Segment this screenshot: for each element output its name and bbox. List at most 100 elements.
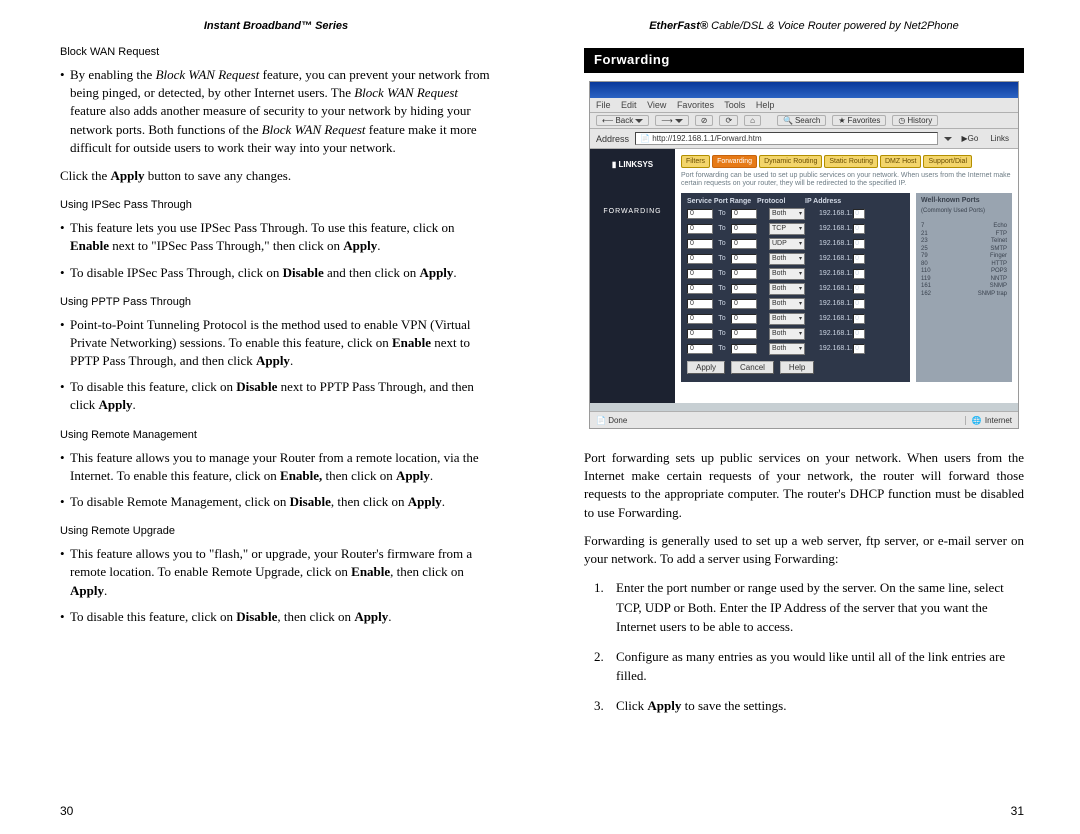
ip-last-octet-input[interactable]: 0	[853, 299, 865, 309]
port-from-input[interactable]: 0	[687, 239, 713, 249]
menu-tools[interactable]: Tools	[724, 100, 745, 110]
port-to-input[interactable]: 0	[731, 239, 757, 249]
port-from-input[interactable]: 0	[687, 254, 713, 264]
ip-last-octet-input[interactable]: 0	[853, 329, 865, 339]
favorites-button[interactable]: ★Favorites	[832, 115, 886, 126]
stop-button[interactable]: ⊘	[695, 115, 714, 126]
go-button[interactable]: ▶Go	[958, 134, 981, 143]
browser-menu-bar: File Edit View Favorites Tools Help	[590, 98, 1018, 113]
browser-status-bar: 📄 Done 🌐 Internet	[590, 411, 1018, 428]
history-button[interactable]: ◷History	[892, 115, 938, 126]
section-title-bar: Forwarding	[584, 48, 1024, 73]
ip-last-octet-input[interactable]: 0	[853, 209, 865, 219]
ip-last-octet-input[interactable]: 0	[853, 344, 865, 354]
port-from-input[interactable]: 0	[687, 209, 713, 219]
home-button[interactable]: ⌂	[744, 115, 761, 126]
port-to-input[interactable]: 0	[731, 269, 757, 279]
tab-filters[interactable]: Filters	[681, 155, 710, 168]
port-from-input[interactable]: 0	[687, 344, 713, 354]
menu-help[interactable]: Help	[756, 100, 775, 110]
ip-address-cell: 192.168.1.0	[819, 239, 865, 249]
port-to-input[interactable]: 0	[731, 344, 757, 354]
ip-address-cell: 192.168.1.0	[819, 344, 865, 354]
globe-icon: 🌐	[972, 416, 982, 425]
browser-toolbar: ⟵Back ⟶ ⊘ ⟳ ⌂ 🔍Search ★Favorites ◷Histor…	[590, 113, 1018, 129]
port-to-input[interactable]: 0	[731, 329, 757, 339]
port-from-input[interactable]: 0	[687, 224, 713, 234]
port-from-input[interactable]: 0	[687, 329, 713, 339]
protocol-select[interactable]: Both	[769, 253, 805, 265]
forward-button[interactable]: ⟶	[655, 115, 688, 126]
protocol-select[interactable]: Both	[769, 328, 805, 340]
tab-forwarding[interactable]: Forwarding	[712, 155, 757, 168]
tab-dynamic-routing[interactable]: Dynamic Routing	[759, 155, 822, 168]
to-label: To	[717, 300, 727, 307]
search-button[interactable]: 🔍Search	[777, 115, 826, 126]
port-from-input[interactable]: 0	[687, 284, 713, 294]
refresh-icon: ⟳	[725, 116, 732, 125]
menu-file[interactable]: File	[596, 100, 611, 110]
port-to-input[interactable]: 0	[731, 224, 757, 234]
col-protocol: Protocol	[757, 198, 805, 205]
port-to-input[interactable]: 0	[731, 209, 757, 219]
ip-last-octet-input[interactable]: 0	[853, 254, 865, 264]
port-entry: 119NNTP	[921, 276, 1007, 284]
menu-favorites[interactable]: Favorites	[677, 100, 714, 110]
port-to-input[interactable]: 0	[731, 314, 757, 324]
step-number: 3.	[594, 696, 616, 716]
step-number: 1.	[594, 578, 616, 637]
ip-last-octet-input[interactable]: 0	[853, 284, 865, 294]
step-2: 2. Configure as many entries as you woul…	[594, 647, 1024, 686]
protocol-select[interactable]: Both	[769, 283, 805, 295]
port-entry: 162SNMP trap	[921, 291, 1007, 299]
router-tabs: Filters Forwarding Dynamic Routing Stati…	[681, 155, 1012, 168]
apply-button[interactable]: Apply	[687, 361, 725, 374]
star-icon: ★	[838, 116, 845, 125]
protocol-select[interactable]: Both	[769, 298, 805, 310]
remote-mgmt-bullet-2: • To disable Remote Management, click on…	[60, 493, 492, 511]
pptp-header: Using PPTP Pass Through	[60, 296, 492, 308]
series-header-right: EtherFast® Cable/DSL & Voice Router powe…	[584, 20, 1024, 32]
ip-address-cell: 192.168.1.0	[819, 329, 865, 339]
protocol-select[interactable]: Both	[769, 313, 805, 325]
menu-view[interactable]: View	[647, 100, 666, 110]
clock-icon: ◷	[898, 116, 905, 125]
protocol-select[interactable]: Both	[769, 343, 805, 355]
remote-upgrade-bullet-1: • This feature allows you to "flash," or…	[60, 545, 492, 600]
port-from-input[interactable]: 0	[687, 299, 713, 309]
port-to-input[interactable]: 0	[731, 284, 757, 294]
port-entry: 23Telnet	[921, 238, 1007, 246]
page-icon: 📄	[640, 134, 650, 143]
table-row: 0To0Both192.168.1.0	[687, 208, 904, 220]
ip-last-octet-input[interactable]: 0	[853, 314, 865, 324]
tab-static-routing[interactable]: Static Routing	[824, 155, 878, 168]
tab-support-dial[interactable]: Support/Dial	[923, 155, 972, 168]
address-input[interactable]: 📄 http://192.168.1.1/Forward.htm	[635, 132, 938, 145]
port-from-input[interactable]: 0	[687, 314, 713, 324]
ip-last-octet-input[interactable]: 0	[853, 239, 865, 249]
help-button[interactable]: Help	[780, 361, 814, 374]
port-to-input[interactable]: 0	[731, 299, 757, 309]
protocol-select[interactable]: UDP	[769, 238, 805, 250]
protocol-select[interactable]: Both	[769, 208, 805, 220]
cancel-button[interactable]: Cancel	[731, 361, 774, 374]
protocol-select[interactable]: TCP	[769, 223, 805, 235]
page-icon: 📄	[596, 416, 606, 425]
links-label[interactable]: Links	[987, 134, 1012, 143]
tab-dmz-host[interactable]: DMZ Host	[880, 155, 922, 168]
back-button[interactable]: ⟵Back	[596, 115, 649, 126]
refresh-button[interactable]: ⟳	[719, 115, 738, 126]
ip-last-octet-input[interactable]: 0	[853, 224, 865, 234]
protocol-select[interactable]: Both	[769, 268, 805, 280]
search-icon: 🔍	[783, 116, 793, 125]
port-to-input[interactable]: 0	[731, 254, 757, 264]
port-from-input[interactable]: 0	[687, 269, 713, 279]
chevron-down-icon[interactable]	[944, 137, 952, 141]
ipsec-header: Using IPSec Pass Through	[60, 199, 492, 211]
table-row: 0To0Both192.168.1.0	[687, 268, 904, 280]
remote-mgmt-bullet-1: • This feature allows you to manage your…	[60, 449, 492, 485]
menu-edit[interactable]: Edit	[621, 100, 637, 110]
ip-last-octet-input[interactable]: 0	[853, 269, 865, 279]
forwarding-para-1: Port forwarding sets up public services …	[584, 449, 1024, 522]
bullet-dot: •	[60, 66, 70, 157]
